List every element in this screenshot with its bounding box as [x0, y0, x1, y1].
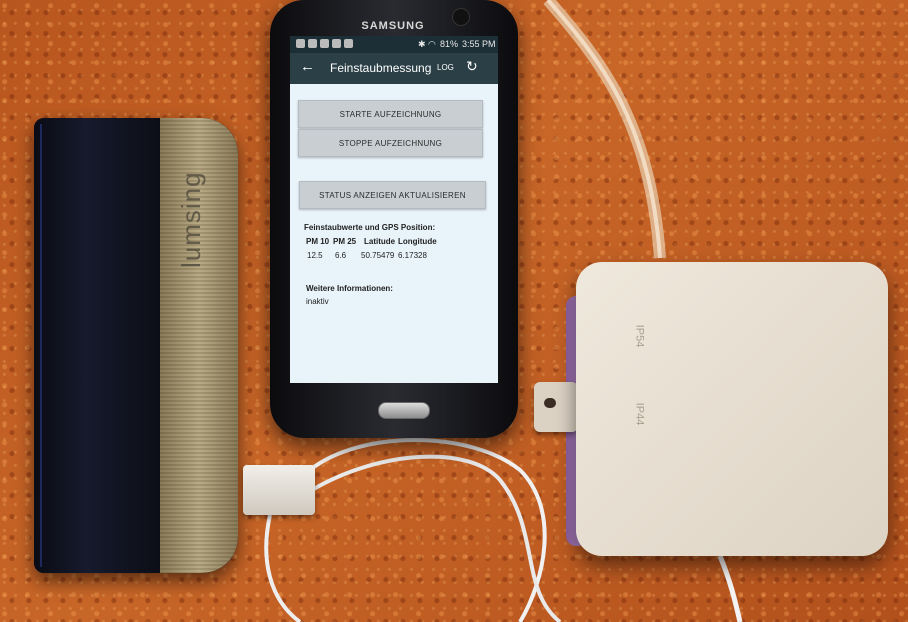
status-refresh-button[interactable]: STATUS ANZEIGEN AKTUALISIEREN [299, 181, 486, 209]
more-info-value: inaktiv [306, 297, 329, 306]
refresh-icon[interactable]: ↻ [466, 58, 478, 75]
warning-icon [332, 39, 341, 48]
power-bank: lumsing [34, 118, 238, 573]
camera-icon [452, 8, 470, 26]
wifi-icon: ◠ [428, 39, 436, 49]
home-button[interactable] [378, 402, 430, 419]
value-longitude: 6.17328 [398, 251, 427, 260]
header-latitude: Latitude [364, 237, 396, 246]
notification-icon [344, 39, 353, 48]
clock: 3:55 PM [462, 39, 496, 49]
header-pm25: PM 25 [333, 237, 357, 246]
log-button[interactable]: LOG [437, 63, 454, 72]
header-longitude: Longitude [398, 237, 437, 246]
dust-sensor-box [576, 262, 888, 556]
phone-brand: SAMSUNG [361, 20, 425, 32]
embossed-label: IP54 [633, 324, 646, 348]
start-recording-button[interactable]: STARTE AUFZEICHNUNG [298, 100, 483, 128]
value-pm25: 6.6 [335, 251, 347, 260]
usb-plug [243, 465, 315, 515]
readings-heading: Feinstaubwerte und GPS Position: [304, 223, 436, 232]
header-pm10: PM 10 [306, 237, 330, 246]
value-latitude: 50.75479 [361, 251, 395, 260]
power-bank-dark-panel [34, 118, 162, 573]
bluetooth-icon: ✱ [418, 39, 426, 49]
app-title: Feinstaubmessung [330, 61, 432, 75]
sensor-mounting-tab [534, 382, 578, 432]
phone-screen: ✱ ◠ 81% 3:55 PM ← Feinstaubmessung LOG ↻… [290, 36, 498, 383]
app-bar: ← Feinstaubmessung LOG ↻ [290, 53, 498, 84]
notification-icon [308, 39, 317, 48]
value-pm10: 12.5 [307, 251, 323, 260]
power-bank-brand: lumsing [176, 171, 206, 268]
embossed-label: IP44 [633, 402, 646, 426]
back-arrow-icon[interactable]: ← [300, 58, 315, 75]
sensor-tab-hole [544, 398, 556, 408]
notification-icon [296, 39, 305, 48]
stop-recording-button[interactable]: STOPPE AUFZEICHNUNG [298, 129, 483, 157]
battery-level: 81% [440, 39, 459, 49]
more-info-heading: Weitere Informationen: [306, 284, 393, 293]
status-bar: ✱ ◠ 81% 3:55 PM [290, 36, 498, 53]
notification-icon [320, 39, 329, 48]
